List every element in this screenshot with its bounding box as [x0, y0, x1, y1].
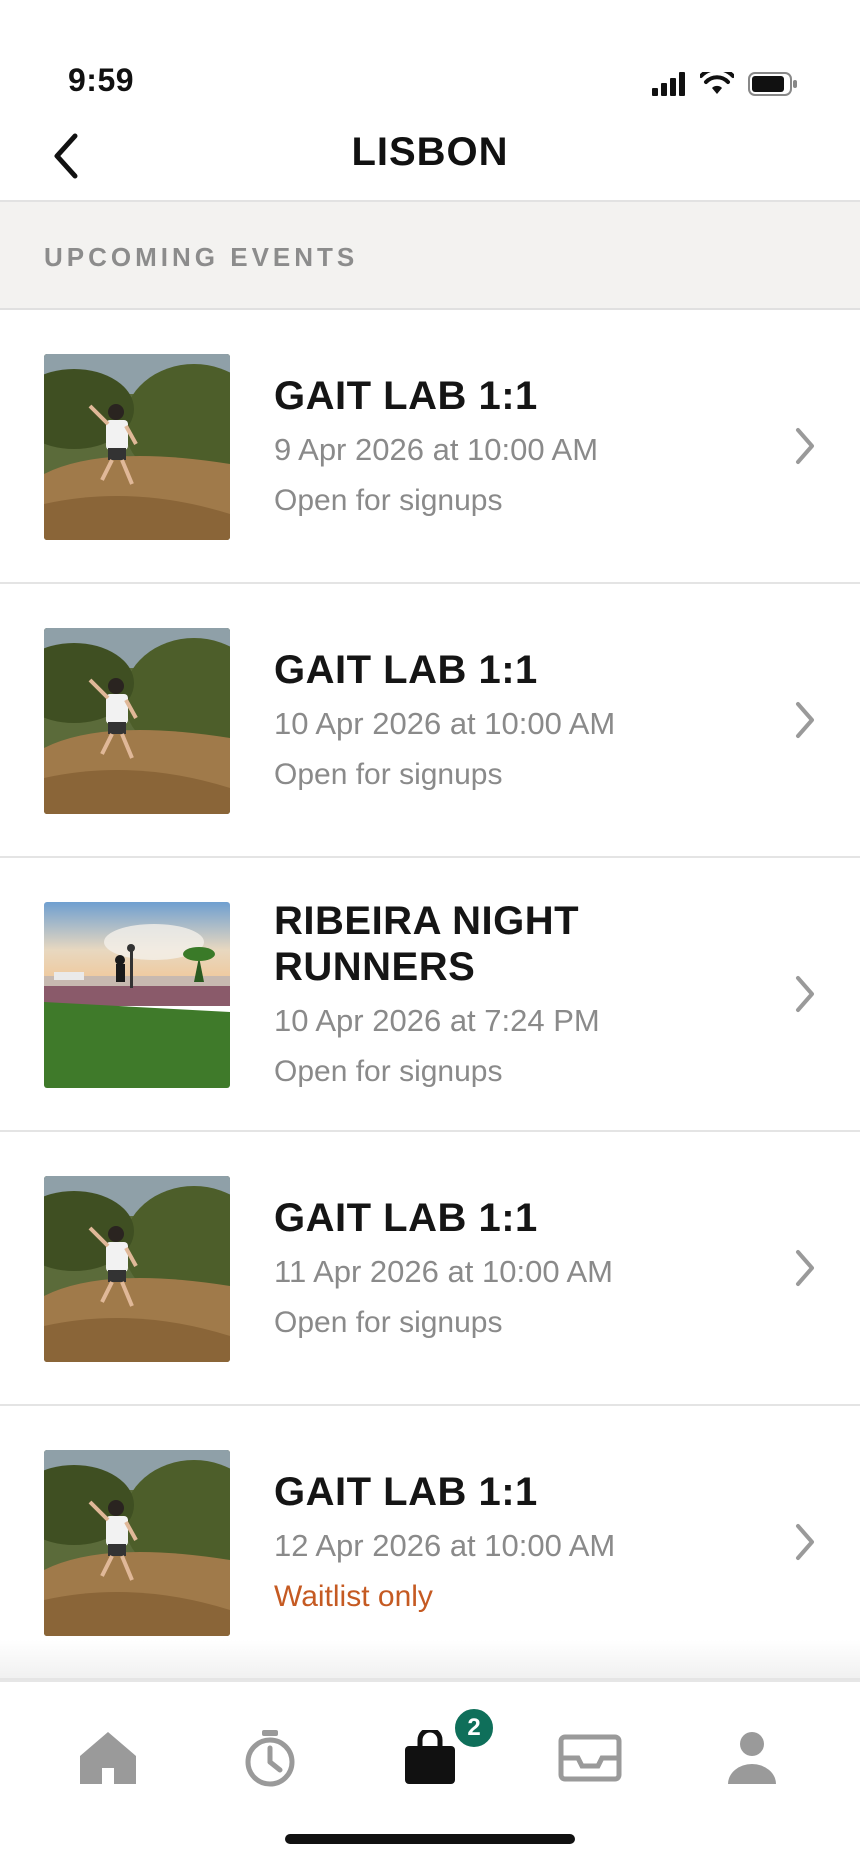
event-title: GAIT LAB 1:1: [274, 1470, 538, 1514]
event-title: GAIT LAB 1:1: [274, 1196, 538, 1240]
chevron-right-icon: [796, 428, 814, 464]
event-thumbnail: [44, 1176, 230, 1362]
event-date: 12 Apr 2026 at 10:00 AM: [274, 1528, 616, 1563]
event-date: 11 Apr 2026 at 10:00 AM: [274, 1254, 613, 1289]
status-time: 9:59: [68, 62, 135, 98]
event-status: Open for signups: [274, 484, 503, 517]
event-row[interactable]: GAIT LAB 1:1 9 Apr 2026 at 10:00 AM Open…: [0, 310, 860, 584]
chevron-right-icon: [796, 1524, 814, 1560]
battery-icon: [748, 72, 797, 96]
event-text: GAIT LAB 1:1 9 Apr 2026 at 10:00 AM Open…: [274, 310, 740, 582]
nav-header: LISBON: [0, 112, 860, 202]
wifi-icon: [700, 72, 734, 94]
section-header: UPCOMING EVENTS: [0, 202, 860, 310]
event-status: Open for signups: [274, 1306, 503, 1339]
event-date: 10 Apr 2026 at 7:24 PM: [274, 1003, 600, 1038]
inbox-icon: [558, 1734, 622, 1782]
event-date: 10 Apr 2026 at 10:00 AM: [274, 706, 616, 741]
trail-runner-photo: [44, 628, 230, 814]
event-row[interactable]: GAIT LAB 1:1 11 Apr 2026 at 10:00 AM Ope…: [0, 1132, 860, 1406]
chevron-right-icon: [796, 976, 814, 1012]
trail-runner-photo: [44, 1176, 230, 1362]
event-thumbnail: [44, 628, 230, 814]
chevron-right-icon: [796, 1250, 814, 1286]
tab-profile[interactable]: [712, 1718, 792, 1798]
home-icon: [80, 1732, 136, 1784]
trail-runner-photo: [44, 354, 230, 540]
event-status: Open for signups: [274, 758, 503, 791]
status-icons: [652, 72, 798, 96]
cart-count-badge: 2: [452, 1706, 496, 1750]
event-title: GAIT LAB 1:1: [274, 374, 538, 418]
tab-home[interactable]: [68, 1718, 148, 1798]
stopwatch-icon: [245, 1730, 295, 1787]
event-title: GAIT LAB 1:1: [274, 648, 538, 692]
event-date: 9 Apr 2026 at 10:00 AM: [274, 432, 599, 467]
home-indicator: [285, 1834, 575, 1844]
event-thumbnail: [44, 1450, 230, 1636]
event-thumbnail: [44, 354, 230, 540]
event-row[interactable]: RIBEIRA NIGHT RUNNERS 10 Apr 2026 at 7:2…: [0, 858, 860, 1132]
cellular-signal-icon: [652, 72, 685, 96]
trail-runner-photo: [44, 1450, 230, 1636]
tab-bar-shadow: [0, 1640, 860, 1680]
event-thumbnail: [44, 902, 230, 1088]
event-status: Open for signups: [274, 1055, 503, 1088]
event-text: GAIT LAB 1:1 12 Apr 2026 at 10:00 AM Wai…: [274, 1406, 740, 1678]
status-bar: 9:59: [0, 0, 860, 120]
event-title: RIBEIRA NIGHT RUNNERS: [274, 899, 580, 989]
bag-icon: [405, 1730, 455, 1784]
event-list: GAIT LAB 1:1 9 Apr 2026 at 10:00 AM Open…: [0, 310, 860, 1680]
page-title: LISBON: [351, 130, 509, 174]
tab-bag[interactable]: 2: [390, 1706, 496, 1798]
tab-inbox[interactable]: [550, 1718, 630, 1798]
event-status: Waitlist only: [274, 1580, 433, 1613]
event-text: RIBEIRA NIGHT RUNNERS 10 Apr 2026 at 7:2…: [274, 858, 740, 1130]
profile-icon: [728, 1732, 776, 1784]
event-row[interactable]: GAIT LAB 1:1 10 Apr 2026 at 10:00 AM Ope…: [0, 584, 860, 858]
event-text: GAIT LAB 1:1 11 Apr 2026 at 10:00 AM Ope…: [274, 1132, 740, 1404]
event-text: GAIT LAB 1:1 10 Apr 2026 at 10:00 AM Ope…: [274, 584, 740, 856]
waterfront-runner-photo: [44, 902, 230, 1088]
chevron-right-icon: [796, 702, 814, 738]
event-row[interactable]: GAIT LAB 1:1 12 Apr 2026 at 10:00 AM Wai…: [0, 1406, 860, 1680]
section-title: UPCOMING EVENTS: [44, 242, 359, 272]
tab-timer[interactable]: [230, 1718, 310, 1798]
